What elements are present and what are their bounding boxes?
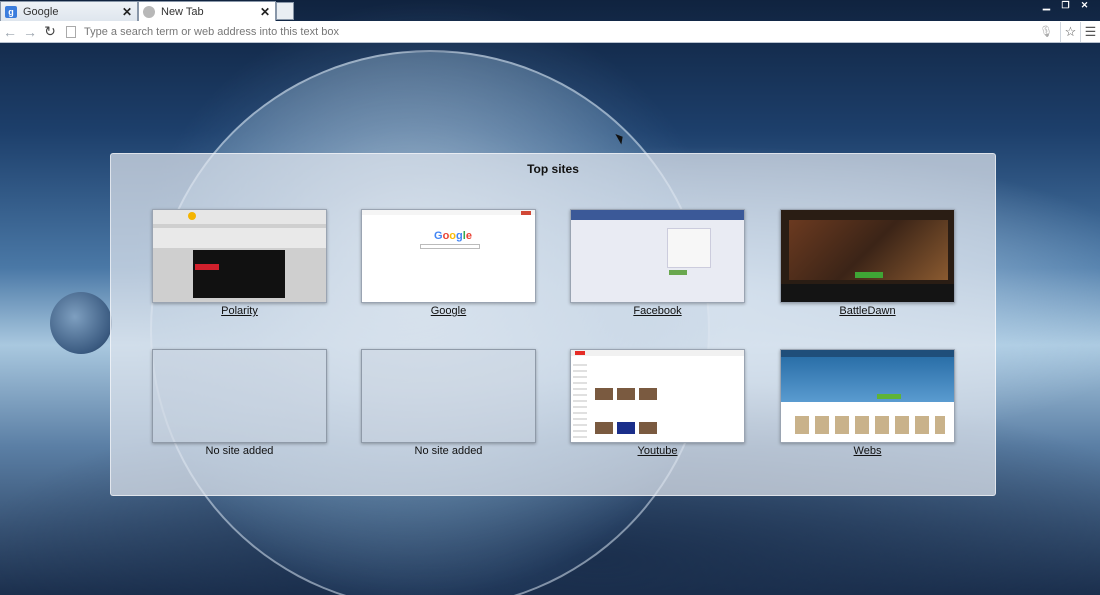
thumb-topbar	[362, 210, 535, 215]
site-link[interactable]: Google	[361, 305, 536, 317]
site-thumbnail-battledawn[interactable]	[780, 209, 955, 303]
site-link[interactable]: Youtube	[570, 445, 745, 457]
thumb-video	[617, 422, 635, 434]
site-thumbnail-webs[interactable]	[780, 349, 955, 443]
page-icon	[66, 25, 76, 38]
empty-thumbnail[interactable]	[361, 349, 536, 443]
thumb-signin-button	[521, 211, 531, 215]
reload-icon[interactable]: ↻	[40, 23, 60, 40]
google-logo: Google	[434, 230, 472, 242]
top-site-tile-facebook[interactable]: Facebook	[570, 209, 745, 317]
thumb-template-row	[795, 416, 945, 434]
star-icon[interactable]: ☆	[1060, 21, 1080, 42]
close-window-icon[interactable]: ✕	[1075, 0, 1094, 11]
youtube-logo	[575, 351, 585, 355]
thumb-header	[571, 210, 744, 220]
navigation-toolbar: ← → ↻ 🎙 ☆ ☰	[0, 21, 1100, 43]
site-link[interactable]: BattleDawn	[780, 305, 955, 317]
top-site-tile-webs[interactable]: Webs	[780, 349, 955, 457]
site-empty-label: No site added	[414, 445, 483, 457]
top-site-tile-google[interactable]: Google Google	[361, 209, 536, 317]
top-site-tile-empty[interactable]: No site added	[152, 349, 327, 457]
thumb-video	[193, 250, 285, 298]
window-controls: ▁ ❐ ✕	[1037, 0, 1094, 11]
site-link[interactable]: Webs	[780, 445, 955, 457]
thumb-video	[639, 388, 657, 400]
top-site-tile-battledawn[interactable]: BattleDawn	[780, 209, 955, 317]
thumb-header	[153, 210, 326, 224]
tab-title: Google	[23, 5, 59, 18]
site-thumbnail-polarity[interactable]	[152, 209, 327, 303]
empty-thumbnail[interactable]	[152, 349, 327, 443]
thumb-band	[153, 228, 326, 248]
thumb-cta-button	[877, 394, 901, 399]
site-link[interactable]: Polarity	[152, 305, 327, 317]
thumb-topbar	[571, 350, 744, 356]
close-tab-icon[interactable]: ✕	[122, 5, 132, 19]
site-thumbnail-youtube[interactable]	[570, 349, 745, 443]
thumb-sidebar	[573, 360, 587, 440]
address-bar-input[interactable]	[84, 22, 1038, 41]
minimize-icon[interactable]: ▁	[1037, 0, 1056, 11]
thumb-hero	[781, 357, 954, 402]
site-thumbnail-google[interactable]: Google	[361, 209, 536, 303]
thumb-red-banner	[195, 264, 219, 270]
close-tab-icon[interactable]: ✕	[260, 5, 270, 19]
thumb-artwork	[789, 220, 948, 280]
top-sites-title: Top sites	[527, 162, 579, 176]
new-tab-favicon-icon	[143, 5, 155, 18]
forward-arrow-icon[interactable]: →	[20, 24, 40, 40]
tab-new-tab[interactable]: New Tab ✕	[138, 1, 276, 21]
microphone-icon[interactable]: 🎙	[1038, 25, 1054, 38]
top-sites-panel: Top sites Polarity Google Google Faceboo…	[110, 153, 996, 496]
site-link[interactable]: Facebook	[570, 305, 745, 317]
thumb-body	[571, 220, 744, 302]
tab-google[interactable]: g Google ✕	[0, 1, 138, 21]
google-favicon-icon: g	[5, 5, 17, 18]
site-empty-label: No site added	[205, 445, 274, 457]
thumb-video	[595, 388, 613, 400]
menu-icon[interactable]: ☰	[1080, 21, 1100, 42]
thumb-video	[639, 422, 657, 434]
thumb-signup-button	[669, 270, 687, 275]
polarity-logo	[188, 212, 196, 220]
thumb-footer	[781, 284, 954, 302]
wallpaper-small-planet	[50, 292, 112, 354]
thumb-signup-form	[667, 228, 711, 268]
tab-strip: g Google ✕ New Tab ✕ ▁ ❐ ✕	[0, 0, 1100, 21]
site-thumbnail-facebook[interactable]	[570, 209, 745, 303]
thumb-header	[781, 350, 954, 357]
restore-icon[interactable]: ❐	[1056, 0, 1075, 11]
top-site-tile-empty[interactable]: No site added	[361, 349, 536, 457]
new-tab-button[interactable]	[276, 2, 294, 20]
tab-title: New Tab	[161, 5, 204, 18]
back-arrow-icon[interactable]: ←	[0, 24, 20, 40]
top-site-tile-youtube[interactable]: Youtube	[570, 349, 745, 457]
thumb-video	[617, 388, 635, 400]
top-site-tile-polarity[interactable]: Polarity	[152, 209, 327, 317]
thumb-search-bar	[420, 244, 480, 249]
thumb-play-button	[855, 272, 883, 278]
thumb-video	[595, 422, 613, 434]
